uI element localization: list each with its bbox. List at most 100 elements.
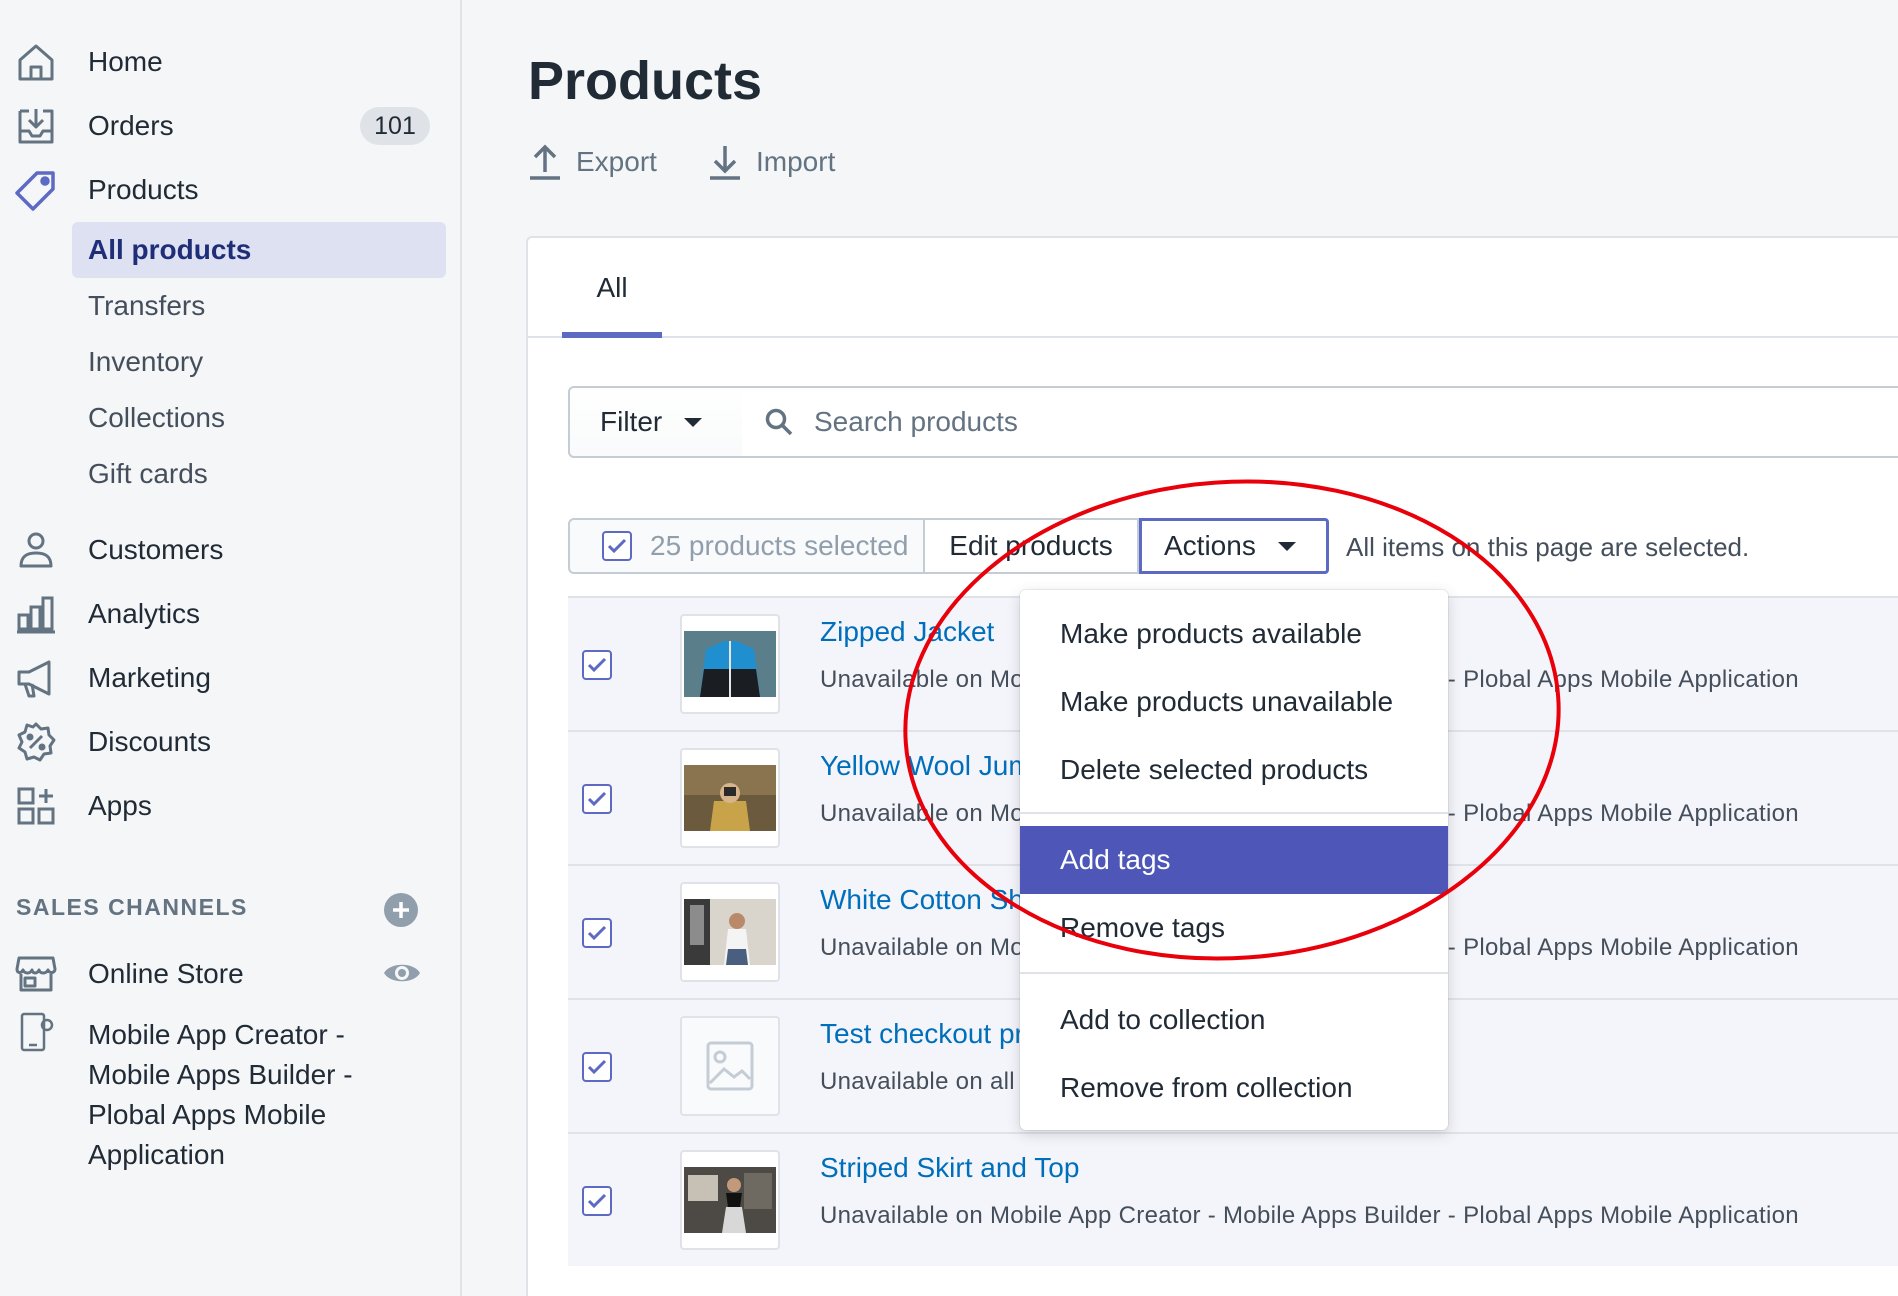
image-placeholder-icon	[706, 1041, 754, 1091]
edit-products-button[interactable]: Edit products	[925, 518, 1139, 574]
import-icon	[710, 146, 740, 180]
product-thumbnail[interactable]	[680, 748, 780, 848]
sidebar-item-label: Inventory	[88, 346, 204, 377]
tag-icon	[14, 168, 58, 212]
menu-item-make-available[interactable]: Make products available	[1020, 600, 1448, 668]
sidebar-item-mobile-app-creator[interactable]: Mobile App Creator - Mobile Apps Builder…	[88, 1015, 418, 1175]
sidebar-item-label: Discounts	[88, 726, 211, 757]
striped-skirt-photo	[684, 1167, 776, 1233]
discounts-icon	[14, 720, 58, 764]
zipped-jacket-photo	[684, 631, 776, 697]
orders-count-badge: 101	[360, 107, 430, 145]
marketing-icon	[14, 656, 58, 700]
menu-item-delete-products[interactable]: Delete selected products	[1020, 736, 1448, 804]
sidebar-item-all-products[interactable]: All products	[72, 222, 446, 278]
actions-dropdown-menu: Make products available Make products un…	[1020, 590, 1448, 1130]
product-name-link[interactable]: White Cotton Shirt	[820, 884, 1047, 916]
tab-all[interactable]: All	[562, 238, 662, 338]
export-icon	[530, 144, 560, 180]
checkmark-icon	[587, 925, 607, 941]
select-all-checkbox[interactable]	[602, 531, 632, 561]
menu-item-make-unavailable[interactable]: Make products unavailable	[1020, 668, 1448, 736]
sidebar-item-label: Products	[88, 174, 199, 205]
menu-item-remove-tags[interactable]: Remove tags	[1020, 894, 1448, 962]
checkmark-icon	[587, 1193, 607, 1209]
filter-button[interactable]: Filter	[568, 386, 744, 458]
search-bar	[742, 386, 1898, 458]
row-checkbox[interactable]	[582, 1186, 612, 1216]
sidebar-item-label: Marketing	[88, 662, 211, 693]
yellow-wool-jumper-photo	[684, 765, 776, 831]
sidebar-item-orders[interactable]: Orders 101	[0, 98, 462, 154]
page-title: Products	[528, 51, 763, 111]
caret-down-icon	[1277, 541, 1296, 551]
product-thumbnail[interactable]	[680, 614, 780, 714]
plus-icon	[393, 902, 409, 918]
sidebar-item-customers[interactable]: Customers	[0, 522, 462, 578]
sidebar-item-label: Online Store	[88, 958, 244, 989]
home-icon	[14, 40, 58, 84]
sidebar-item-label: Orders	[88, 110, 174, 141]
white-cotton-shirt-photo	[684, 899, 776, 965]
row-checkbox[interactable]	[582, 918, 612, 948]
bulk-actions-bar: 25 products selected Edit products Actio…	[568, 518, 1329, 574]
tab-active-indicator	[562, 332, 662, 338]
search-icon	[765, 408, 793, 436]
tabs-bar: All	[528, 238, 1898, 338]
sidebar-item-discounts[interactable]: Discounts	[0, 714, 462, 770]
sidebar-item-transfers[interactable]: Transfers	[72, 278, 446, 334]
product-status: Unavailable on Mobile App Creator - Mobi…	[820, 1202, 1799, 1229]
sidebar-item-label: Apps	[88, 790, 152, 821]
sidebar-item-label: Transfers	[88, 290, 206, 321]
menu-divider	[1020, 972, 1448, 974]
product-thumbnail[interactable]	[680, 1150, 780, 1250]
menu-item-remove-from-collection[interactable]: Remove from collection	[1020, 1054, 1448, 1122]
import-label: Import	[756, 146, 836, 177]
table-row[interactable]: Striped Skirt and Top Unavailable on Mob…	[568, 1132, 1898, 1266]
customers-icon	[14, 528, 58, 572]
checkmark-icon	[587, 1059, 607, 1075]
sidebar-item-label: Analytics	[88, 598, 201, 629]
menu-item-add-tags[interactable]: Add tags	[1020, 826, 1448, 894]
menu-item-add-to-collection[interactable]: Add to collection	[1020, 986, 1448, 1054]
sidebar-item-label: All products	[88, 234, 252, 265]
sales-channels-heading: SALES CHANNELS	[16, 894, 248, 920]
sidebar-item-analytics[interactable]: Analytics	[0, 586, 462, 642]
sidebar-item-products[interactable]: Products	[0, 162, 462, 218]
filter-label: Filter	[600, 406, 663, 437]
product-thumbnail[interactable]	[680, 1016, 780, 1116]
checkmark-icon	[587, 791, 607, 807]
search-input[interactable]	[814, 406, 1714, 438]
import-button[interactable]: Import	[708, 142, 835, 182]
product-thumbnail[interactable]	[680, 882, 780, 982]
sidebar: Home Orders 101 Products All products Tr…	[0, 0, 462, 1296]
sidebar-item-inventory[interactable]: Inventory	[72, 334, 446, 390]
sidebar-item-apps[interactable]: Apps	[0, 778, 462, 834]
add-sales-channel-button[interactable]	[384, 893, 418, 927]
sidebar-item-marketing[interactable]: Marketing	[0, 650, 462, 706]
eye-icon[interactable]	[382, 958, 422, 988]
row-checkbox[interactable]	[582, 650, 612, 680]
sidebar-item-gift-cards[interactable]: Gift cards	[72, 446, 446, 502]
menu-divider	[1020, 812, 1448, 814]
checkmark-icon	[607, 538, 627, 554]
export-button[interactable]: Export	[528, 142, 657, 182]
row-checkbox[interactable]	[582, 784, 612, 814]
select-all-control[interactable]: 25 products selected	[568, 518, 925, 574]
product-name-link[interactable]: Striped Skirt and Top	[820, 1152, 1079, 1184]
sidebar-item-collections[interactable]: Collections	[72, 390, 446, 446]
selected-count-label: 25 products selected	[650, 530, 909, 561]
analytics-icon	[14, 592, 58, 636]
caret-down-icon	[684, 417, 703, 427]
mobile-app-icon	[14, 1010, 58, 1054]
sidebar-item-label: Customers	[88, 534, 224, 565]
sidebar-item-label: Collections	[88, 402, 225, 433]
sidebar-item-label: Gift cards	[88, 458, 208, 489]
actions-button[interactable]: Actions	[1139, 518, 1329, 574]
export-label: Export	[576, 146, 657, 177]
orders-icon	[14, 104, 58, 148]
selection-note: All items on this page are selected.	[1346, 532, 1750, 562]
sidebar-item-home[interactable]: Home	[0, 34, 462, 90]
row-checkbox[interactable]	[582, 1052, 612, 1082]
product-name-link[interactable]: Zipped Jacket	[820, 616, 994, 648]
